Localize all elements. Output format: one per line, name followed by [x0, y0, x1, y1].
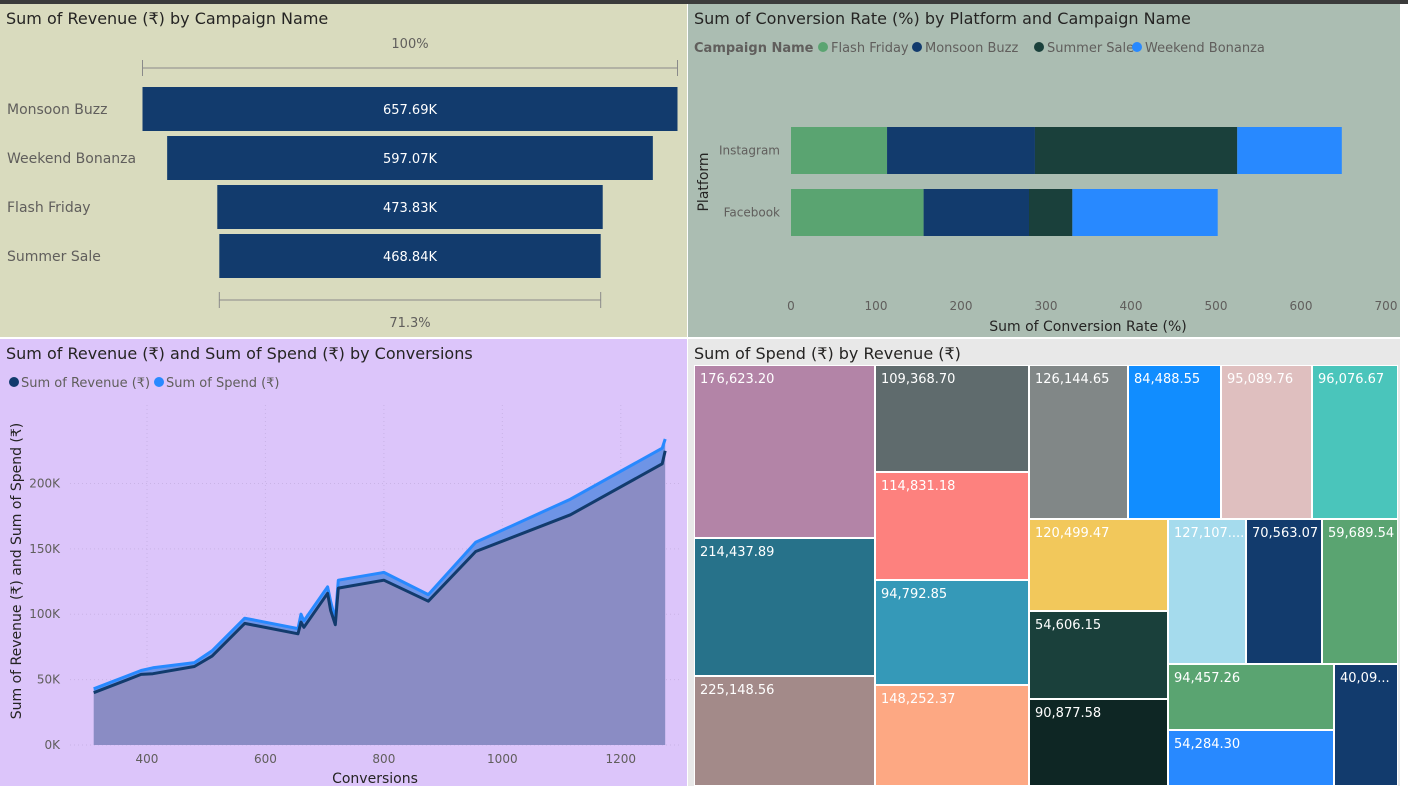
treemap-tile[interactable]: 84,488.55	[1128, 365, 1221, 519]
funnel-category-label: Weekend Bonanza	[7, 151, 136, 167]
stacked-bar-segment	[923, 189, 1029, 236]
treemap-tile[interactable]: 214,437.89	[694, 538, 875, 676]
treemap-tile[interactable]: 148,252.37	[875, 685, 1029, 786]
legend-item: Sum of Revenue (₹)	[21, 376, 150, 391]
x-axis-title: Conversions	[332, 771, 418, 786]
treemap-tile[interactable]: 225,148.56	[694, 676, 875, 786]
treemap-tile[interactable]: 54,284.30	[1168, 730, 1334, 786]
area-panel[interactable]: Sum of Revenue (₹) and Sum of Spend (₹) …	[0, 339, 687, 786]
x-tick-label: 500	[1205, 299, 1228, 313]
stacked-bar-panel[interactable]: Sum of Conversion Rate (%) by Platform a…	[688, 4, 1400, 337]
treemap-tile[interactable]: 176,623.20	[694, 365, 875, 538]
y-tick-label: 100K	[29, 607, 61, 621]
y-axis-title: Sum of Revenue (₹) and Sum of Spend (₹)	[9, 423, 25, 720]
x-tick-label: 300	[1035, 299, 1058, 313]
treemap-tile[interactable]: 90,877.58	[1029, 699, 1168, 786]
funnel-category-label: Flash Friday	[7, 200, 91, 216]
treemap-tile[interactable]: 59,689.54	[1322, 519, 1398, 664]
treemap-tile[interactable]: 54,606.15	[1029, 611, 1168, 699]
legend-item: Flash Friday	[831, 41, 909, 56]
stacked-bar-segment	[791, 127, 888, 174]
x-tick-label: 1200	[606, 752, 637, 766]
stacked-bar-segment	[791, 189, 924, 236]
treemap-tile[interactable]: 96,076.67	[1312, 365, 1398, 519]
y-axis-title: Platform	[696, 152, 712, 211]
x-tick-label: 100	[865, 299, 888, 313]
treemap-chart: 176,623.20 214,437.89 225,148.56 109,368.70…	[688, 339, 1400, 786]
treemap-tile[interactable]: 94,457.26	[1168, 664, 1334, 730]
legend-item: Summer Sale	[1047, 41, 1134, 56]
x-tick-label: 400	[1120, 299, 1143, 313]
legend-item: Weekend Bonanza	[1145, 41, 1265, 56]
legend-title: Campaign Name	[694, 41, 814, 56]
funnel-chart: 100% Monsoon Buzz 657.69K Weekend Bonanza 59…	[7, 37, 678, 331]
stacked-bar-segment	[1029, 189, 1073, 236]
legend-swatch	[9, 377, 19, 387]
funnel-panel[interactable]: Sum of Revenue (₹) by Campaign Name 100%…	[0, 4, 687, 337]
x-tick-label: 1000	[487, 752, 518, 766]
x-tick-label: 200	[950, 299, 973, 313]
treemap-tile[interactable]: 114,831.18	[875, 472, 1029, 580]
funnel-top-label: 100%	[391, 37, 428, 52]
platform-label: Facebook	[724, 206, 780, 220]
legend-swatch	[818, 42, 828, 52]
treemap-tile[interactable]: 94,792.85	[875, 580, 1029, 685]
funnel-category-label: Monsoon Buzz	[7, 102, 107, 118]
stacked-bar-chart: Campaign Name Flash Friday Monsoon Buzz Sum…	[694, 41, 1398, 335]
legend-swatch	[1132, 42, 1142, 52]
x-tick-label: 700	[1375, 299, 1398, 313]
legend-swatch	[912, 42, 922, 52]
y-tick-label: 50K	[37, 673, 61, 687]
stacked-bar-segment	[1237, 127, 1342, 174]
platform-label: Instagram	[719, 144, 780, 158]
treemap-tile[interactable]: 126,144.65	[1029, 365, 1128, 519]
treemap-tile[interactable]: 95,089.76	[1221, 365, 1312, 519]
x-axis-title: Sum of Conversion Rate (%)	[989, 319, 1187, 335]
funnel-data-label: 468.84K	[383, 250, 437, 265]
legend-item: Sum of Spend (₹)	[166, 376, 280, 391]
y-tick-label: 0K	[44, 738, 61, 752]
area-chart: Sum of Revenue (₹) Sum of Spend (₹) 0K 50K 1…	[9, 376, 680, 786]
x-tick-label: 600	[254, 752, 277, 766]
treemap-tile[interactable]: 70,563.07	[1246, 519, 1322, 664]
funnel-bottom-label: 71.3%	[389, 316, 430, 331]
legend-swatch	[1034, 42, 1044, 52]
x-tick-label: 800	[372, 752, 395, 766]
funnel-category-label: Summer Sale	[7, 249, 101, 265]
treemap-panel[interactable]: Sum of Spend (₹) by Revenue (₹) 176,623.…	[688, 339, 1400, 786]
treemap-tile[interactable]: 109,368.70	[875, 365, 1029, 472]
y-tick-label: 150K	[29, 542, 61, 556]
stacked-bar-segment	[887, 127, 1035, 174]
treemap-tile[interactable]: 120,499.47	[1029, 519, 1168, 611]
treemap-tile[interactable]: 127,107....	[1168, 519, 1246, 664]
x-tick-label: 0	[787, 299, 795, 313]
legend-swatch	[154, 377, 164, 387]
funnel-data-label: 657.69K	[383, 103, 437, 118]
y-tick-label: 200K	[29, 476, 61, 490]
treemap-tile[interactable]: 40,09...	[1334, 664, 1398, 786]
funnel-data-label: 473.83K	[383, 201, 437, 216]
x-tick-label: 600	[1290, 299, 1313, 313]
legend-item: Monsoon Buzz	[925, 41, 1018, 56]
stacked-bar-segment	[1072, 189, 1218, 236]
x-tick-label: 400	[136, 752, 159, 766]
funnel-data-label: 597.07K	[383, 152, 437, 167]
stacked-bar-segment	[1034, 127, 1238, 174]
